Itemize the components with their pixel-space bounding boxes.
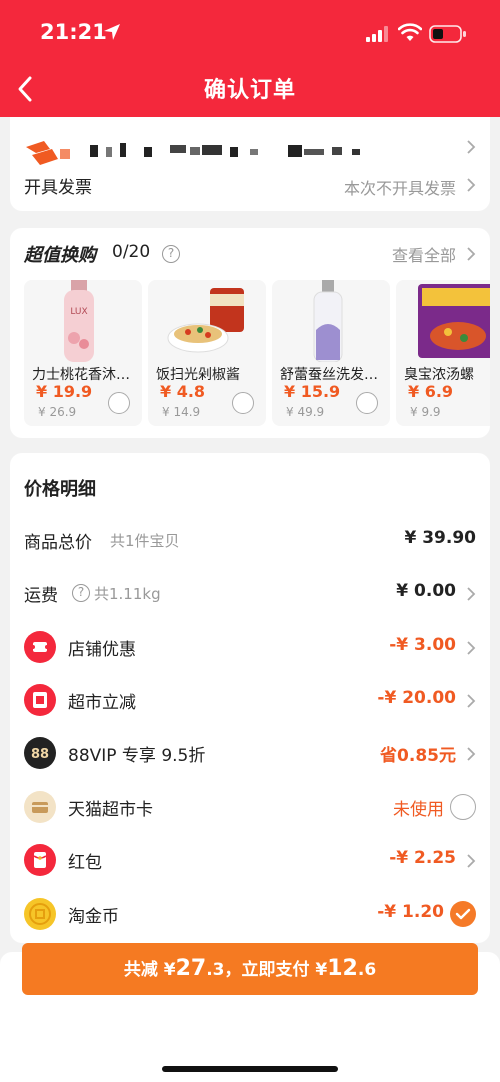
masked-address-text [90,143,360,157]
row-sub: 共1.11kg [94,585,161,603]
row-value: -¥ 1.20 [377,902,444,922]
deal-item-price: ¥ 4.8 [160,382,206,401]
status-bar: 21:21 [0,20,500,48]
coupon-icon [24,631,56,663]
row-value: ¥ 39.90 [404,528,476,548]
pay-button-label: 共减 ¥27.3，立即支付 ¥12.6 [22,955,478,981]
invoice-label: 开具发票 [24,178,92,198]
row-label: 天猫超市卡 [68,800,153,820]
snail-noodle-image [396,280,490,362]
row-label: 运费 [24,586,58,606]
deal-select-radio[interactable] [232,392,254,414]
chevron-right-icon [467,587,476,601]
shampoo-image [272,280,390,362]
tmall-card-radio[interactable] [450,794,476,820]
store-logo-icon [26,141,70,165]
price-detail-card: 价格明细 商品总价 共1件宝贝 ¥ 39.90 运费 ? 共1.11kg ¥ 0… [10,453,490,943]
help-icon[interactable]: ? [162,245,180,263]
reduction-icon [24,684,56,716]
row-value: -¥ 3.00 [389,635,456,655]
wifi-icon [398,23,422,41]
deal-item-price: ¥ 19.9 [36,382,93,401]
deal-item-price: ¥ 6.9 [408,382,454,401]
row-value: 省0.85元 [380,746,456,766]
vip-88-icon: 88 [24,737,56,769]
deal-select-radio[interactable] [108,392,130,414]
row-shipping[interactable]: 运费 ? 共1.11kg ¥ 0.00 [10,573,490,613]
deal-item-original-price: ¥ 14.9 [162,405,201,419]
deal-item-original-price: ¥ 9.9 [410,405,441,419]
page-title: 确认订单 [203,78,296,103]
saved-amount-dec: .3 [206,960,225,980]
chevron-right-icon [467,694,476,708]
svg-text:88: 88 [31,747,49,762]
deal-item-name: 臭宝浓汤螺 [404,367,474,383]
gift-card-icon [24,791,56,823]
row-label: 超市立减 [68,693,136,713]
chili-sauce-image [148,280,266,362]
view-all-link[interactable]: 查看全部 [392,242,456,266]
row-store-discount[interactable]: 店铺优惠 -¥ 3.00 [10,627,490,667]
help-icon[interactable]: ? [72,584,90,602]
chevron-right-icon [467,178,476,192]
red-packet-icon [24,844,56,876]
deal-item-name: 舒蕾蚕丝洗发… [280,367,378,383]
deals-title: 超值换购 [24,245,96,266]
row-label: 淘金币 [68,907,119,927]
deals-count: 0/20 [112,242,151,262]
invoice-value[interactable]: 本次不开具发票 [344,175,456,199]
row-red-packet[interactable]: 红包 -¥ 2.25 [10,840,490,880]
deal-item-price: ¥ 15.9 [284,382,341,401]
deal-item[interactable]: 臭宝浓汤螺 ¥ 6.9 ¥ 9.9 [396,280,490,426]
deal-item[interactable]: LUX 力士桃花香沐… ¥ 19.9 ¥ 26.9 [24,280,142,426]
pay-amount-int: 12 [327,956,358,981]
row-value: -¥ 2.25 [389,848,456,868]
pay-middle: ，立即支付 ¥ [224,960,328,980]
deal-item-original-price: ¥ 26.9 [38,405,77,419]
price-detail-title: 价格明细 [24,479,96,500]
home-indicator [162,1066,338,1072]
pay-amount-dec: .6 [357,960,377,980]
pay-button[interactable]: 共减 ¥27.3，立即支付 ¥12.6 [22,943,478,995]
row-value: 未使用 [393,800,444,820]
gold-coin-icon [24,898,56,930]
svg-text:LUX: LUX [70,307,87,317]
pay-prefix: 共减 ¥ [123,960,176,980]
status-time: 21:21 [40,20,107,44]
chevron-right-icon [467,854,476,868]
deal-item-name: 饭扫光剁椒酱 [156,367,240,383]
row-sub: 共1件宝贝 [110,532,180,550]
row-label: 88VIP 专享 9.5折 [68,746,206,766]
row-label: 红包 [68,853,102,873]
address-card[interactable]: 开具发票 本次不开具发票 [10,117,490,211]
deal-item[interactable]: 舒蕾蚕丝洗发… ¥ 15.9 ¥ 49.9 [272,280,390,426]
row-88vip[interactable]: 88 88VIP 专享 9.5折 省0.85元 [10,733,490,773]
coins-checked-icon[interactable] [450,901,476,927]
location-arrow-icon [104,24,120,40]
exchange-deals-card: 超值换购 0/20 ? 查看全部 LUX 力士桃花香沐… ¥ 19.9 ¥ 26… [10,228,490,438]
row-label: 商品总价 [24,533,92,553]
row-value: -¥ 20.00 [377,688,456,708]
header: 21:21 确认订单 [0,0,500,117]
deal-item-name: 力士桃花香沐… [32,367,130,383]
row-goods-total: 商品总价 共1件宝贝 ¥ 39.90 [10,520,490,560]
chevron-right-icon [467,247,476,261]
battery-icon [429,25,466,43]
deal-select-radio[interactable] [356,392,378,414]
row-label: 店铺优惠 [68,640,136,660]
chevron-right-icon [467,140,476,154]
row-value: ¥ 0.00 [396,581,456,601]
deal-item-original-price: ¥ 49.9 [286,405,325,419]
saved-amount-int: 27 [175,956,207,981]
chevron-right-icon [467,641,476,655]
deal-item[interactable]: 饭扫光剁椒酱 ¥ 4.8 ¥ 14.9 [148,280,266,426]
chevron-right-icon [467,747,476,761]
signal-icon [366,26,388,42]
body-wash-image: LUX [24,280,142,362]
row-tmall-card[interactable]: 天猫超市卡 未使用 [10,787,490,827]
row-taobao-coins[interactable]: 淘金币 -¥ 1.20 [10,894,490,934]
row-supermarket-reduction[interactable]: 超市立减 -¥ 20.00 [10,680,490,720]
